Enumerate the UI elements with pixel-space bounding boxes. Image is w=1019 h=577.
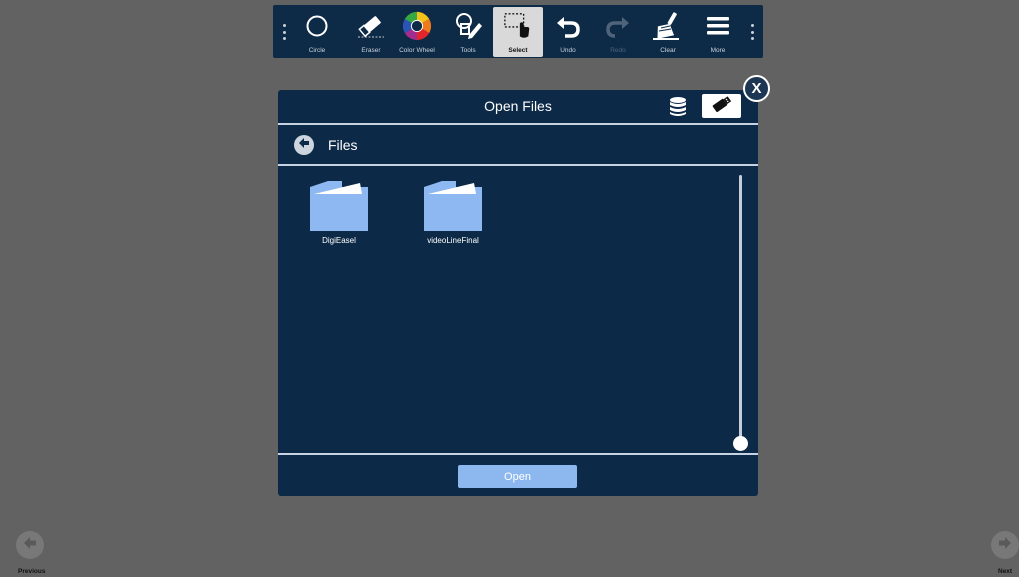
redo-icon <box>603 11 633 41</box>
folder-icon <box>423 180 483 232</box>
eraser-button[interactable]: Eraser <box>346 7 396 57</box>
toolbar-right-grip-icon[interactable] <box>750 24 754 40</box>
undo-label: Undo <box>560 47 576 54</box>
tools-button[interactable]: Tools <box>443 7 493 57</box>
close-dialog-button[interactable]: X <box>743 75 770 102</box>
open-button[interactable]: Open <box>458 465 577 488</box>
back-button[interactable] <box>294 135 314 155</box>
circle-label: Circle <box>308 47 326 54</box>
main-toolbar: Circle Eraser Color Wheel Tools Select U… <box>273 5 763 58</box>
dialog-header: Open Files <box>278 90 758 123</box>
folder-item-digieasel[interactable]: DigiEasel <box>299 180 379 250</box>
next-page-button[interactable] <box>991 531 1019 559</box>
select-label: Select <box>508 47 528 54</box>
eraser-label: Eraser <box>361 47 381 54</box>
hamburger-menu-icon <box>703 11 733 41</box>
previous-label[interactable]: Previous <box>18 568 45 575</box>
color-wheel-icon <box>402 11 432 41</box>
path-bar: Files <box>278 126 758 164</box>
arrow-left-icon <box>298 136 310 154</box>
select-icon <box>503 11 533 41</box>
open-files-dialog: Open Files Files DigiEasel videoLineFina… <box>278 90 758 496</box>
redo-button[interactable]: Redo <box>593 7 643 57</box>
eraser-icon <box>356 11 386 41</box>
folder-name: videoLineFinal <box>427 236 479 245</box>
header-divider <box>278 123 758 125</box>
folder-icon <box>309 180 369 232</box>
circle-icon <box>302 11 332 41</box>
tools-label: Tools <box>460 47 476 54</box>
more-label: More <box>710 47 726 54</box>
clear-button[interactable]: Clear <box>643 7 693 57</box>
select-button[interactable]: Select <box>493 7 543 57</box>
more-button[interactable]: More <box>693 7 743 57</box>
scrollbar-track[interactable] <box>739 175 742 443</box>
folder-item-videolinefinal[interactable]: videoLineFinal <box>413 180 493 250</box>
redo-label: Redo <box>610 47 626 54</box>
usb-drive-button[interactable] <box>702 94 741 118</box>
next-label[interactable]: Next <box>998 568 1012 575</box>
clear-label: Clear <box>660 47 676 54</box>
usb-drive-icon <box>711 95 733 117</box>
circle-button[interactable]: Circle <box>292 7 342 57</box>
tools-icon <box>453 11 483 41</box>
current-folder-label: Files <box>328 137 358 153</box>
undo-button[interactable]: Undo <box>543 7 593 57</box>
toolbar-left-grip-icon[interactable] <box>282 24 286 40</box>
arrow-right-icon <box>998 536 1012 555</box>
clear-broom-icon <box>653 11 683 41</box>
folder-name: DigiEasel <box>322 236 356 245</box>
file-list: DigiEasel videoLineFinal <box>278 166 758 452</box>
arrow-left-icon <box>23 536 37 555</box>
scrollbar-thumb[interactable] <box>733 436 748 451</box>
footer-divider <box>278 453 758 455</box>
undo-icon <box>553 11 583 41</box>
previous-page-button[interactable] <box>16 531 44 559</box>
local-storage-database-icon[interactable] <box>669 96 687 118</box>
color-wheel-label: Color Wheel <box>399 47 435 54</box>
whiteboard-canvas[interactable]: Circle Eraser Color Wheel Tools Select U… <box>0 0 1019 577</box>
color-wheel-button[interactable]: Color Wheel <box>392 7 442 57</box>
